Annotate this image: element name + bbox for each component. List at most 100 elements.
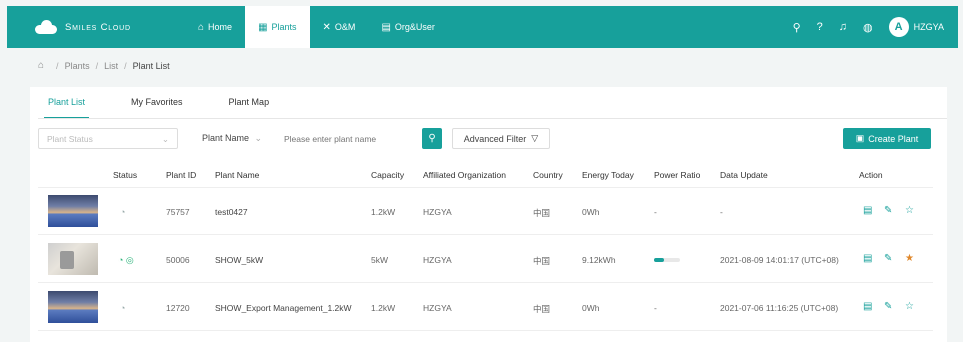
table-row[interactable]: ◔ 75757 test0427 1.2kW HZGYA 中国 0Wh - - … [38,189,933,235]
energy-today: 0Wh [582,207,600,217]
advanced-filter-label: Advanced Filter [463,133,527,144]
plant-name-search-input[interactable] [278,128,418,149]
filter-bar: Plant Status ⌄ Plant Name ⌄ ⚲ Advanced F… [38,128,933,150]
plants-icon: ▦ [258,21,268,33]
plant-add-icon: ▣ [855,133,865,143]
online-status-icon: ◔ ◎ [118,255,134,265]
plant-name-link[interactable]: SHOW_Export Management_1.2kW [215,303,352,313]
col-energy-today: Energy Today [582,170,634,180]
energy-today: 9.12kWh [582,255,616,265]
favorite-star-icon[interactable]: ☆ [905,205,914,216]
search-field-select[interactable]: Plant Name ⌄ [196,128,266,149]
data-update: 2021-07-06 11:16:25 (UTC+08) [720,303,839,313]
tab-divider [38,118,947,119]
breadcrumb: ⌂ / Plants / List / Plant List [38,60,170,71]
plant-thumbnail[interactable] [48,243,98,275]
create-plant-label: Create Plant [868,133,919,144]
power-ratio-bar [654,258,680,262]
plant-id: 75757 [166,207,190,217]
col-affiliated-organization: Affiliated Organization [423,170,507,180]
col-status: Status [113,170,138,180]
capacity: 1.2kW [371,207,396,217]
org-icon: ▤ [381,21,391,33]
home-breadcrumb-icon[interactable]: ⌂ [38,60,44,71]
plant-name-link[interactable]: test0427 [215,207,248,217]
advanced-filter-button[interactable]: Advanced Filter ▽ [452,128,550,149]
col-data-update: Data Update [720,170,768,180]
plant-id: 12720 [166,303,190,313]
home-icon: ⌂ [198,21,205,33]
tools-icon: ✕ [322,21,331,33]
report-icon[interactable]: ▤ [863,253,872,264]
settings-wrench-icon[interactable]: ✎ [884,205,892,216]
nav-item-om[interactable]: ✕ O&M [310,6,369,48]
favorite-star-filled-icon[interactable]: ★ [905,253,914,264]
plant-thumbnail[interactable] [48,291,98,323]
tab-plant-list[interactable]: Plant List [43,95,90,119]
power-ratio-fill [654,258,664,262]
col-plant-name: Plant Name [215,170,260,180]
search-button[interactable]: ⚲ [422,128,442,149]
capacity: 5kW [371,255,388,265]
nav-item-label: Plants [271,22,297,32]
col-country: Country [533,170,563,180]
col-capacity: Capacity [371,170,405,180]
notification-bell-icon[interactable]: ♫ [839,21,847,33]
table-header: Status Plant ID Plant Name Capacity Affi… [38,162,933,188]
nav-item-plants[interactable]: ▦ Plants [245,6,310,48]
tabs: Plant List My Favorites Plant Map [43,95,315,119]
tab-my-favorites[interactable]: My Favorites [131,95,183,119]
breadcrumb-separator: / [56,60,59,71]
country: 中国 [533,208,551,218]
plant-id: 50006 [166,255,190,265]
chevron-down-icon: ⌄ [161,134,169,144]
breadcrumb-plants[interactable]: Plants [65,61,90,71]
power-ratio: - [654,303,657,313]
offline-status-icon: ◔ [120,303,126,313]
breadcrumb-current: Plant List [132,60,170,71]
offline-status-icon: ◔ [120,207,126,217]
nav-item-label: Org&User [394,22,435,32]
col-action: Action [859,170,883,180]
search-field-label: Plant Name [202,133,250,143]
data-update: - [720,207,723,217]
nav-item-home[interactable]: ⌂ Home [185,6,245,48]
tab-plant-map[interactable]: Plant Map [229,95,270,119]
table-row[interactable]: ◔ ◎ 50006 SHOW_5kW 5kW HZGYA 中国 9.12kWh … [38,237,933,283]
nav-item-org-user[interactable]: ▤ Org&User [368,6,447,48]
breadcrumb-separator: / [95,60,99,71]
country: 中国 [533,304,551,314]
organization: HZGYA [423,255,452,265]
plant-name-link[interactable]: SHOW_5kW [215,255,263,265]
report-icon[interactable]: ▤ [863,301,872,312]
data-update: 2021-08-09 14:01:17 (UTC+08) [720,255,839,265]
col-power-ratio: Power Ratio [654,170,701,180]
settings-wrench-icon[interactable]: ✎ [884,253,892,264]
favorite-star-icon[interactable]: ☆ [905,301,914,312]
energy-today: 0Wh [582,303,600,313]
brand-name: Smiles Cloud [65,21,131,33]
filter-icon: ▽ [531,133,539,143]
help-icon[interactable]: ? [817,21,823,33]
nav-item-label: Home [208,22,233,32]
breadcrumb-separator: / [124,60,127,71]
table-row[interactable]: ◔ 12720 SHOW_Export Management_1.2kW 1.2… [38,285,933,331]
username[interactable]: HZGYA [914,22,944,32]
col-plant-id: Plant ID [166,170,197,180]
nav-item-label: O&M [334,22,356,32]
search-icon[interactable]: ⚲ [793,21,801,34]
main-nav: ⌂ Home ▦ Plants ✕ O&M ▤ Org&User [185,6,448,48]
create-plant-button[interactable]: ▣ Create Plant [843,128,931,149]
report-icon[interactable]: ▤ [863,205,872,216]
header-actions: ⚲ ? ♫ ◍ A HZGYA [785,17,944,37]
settings-wrench-icon[interactable]: ✎ [884,301,892,312]
plant-status-select[interactable]: Plant Status ⌄ [38,128,178,149]
breadcrumb-list[interactable]: List [104,61,118,71]
chevron-down-icon: ⌄ [254,133,262,143]
plant-status-placeholder: Plant Status [47,134,93,144]
plant-thumbnail[interactable] [48,195,98,227]
app-logo[interactable]: Smiles Cloud [35,20,185,34]
top-navigation-bar: Smiles Cloud ⌂ Home ▦ Plants ✕ O&M ▤ Org… [7,6,958,48]
avatar[interactable]: A [888,17,909,37]
language-globe-icon[interactable]: ◍ [863,21,873,34]
